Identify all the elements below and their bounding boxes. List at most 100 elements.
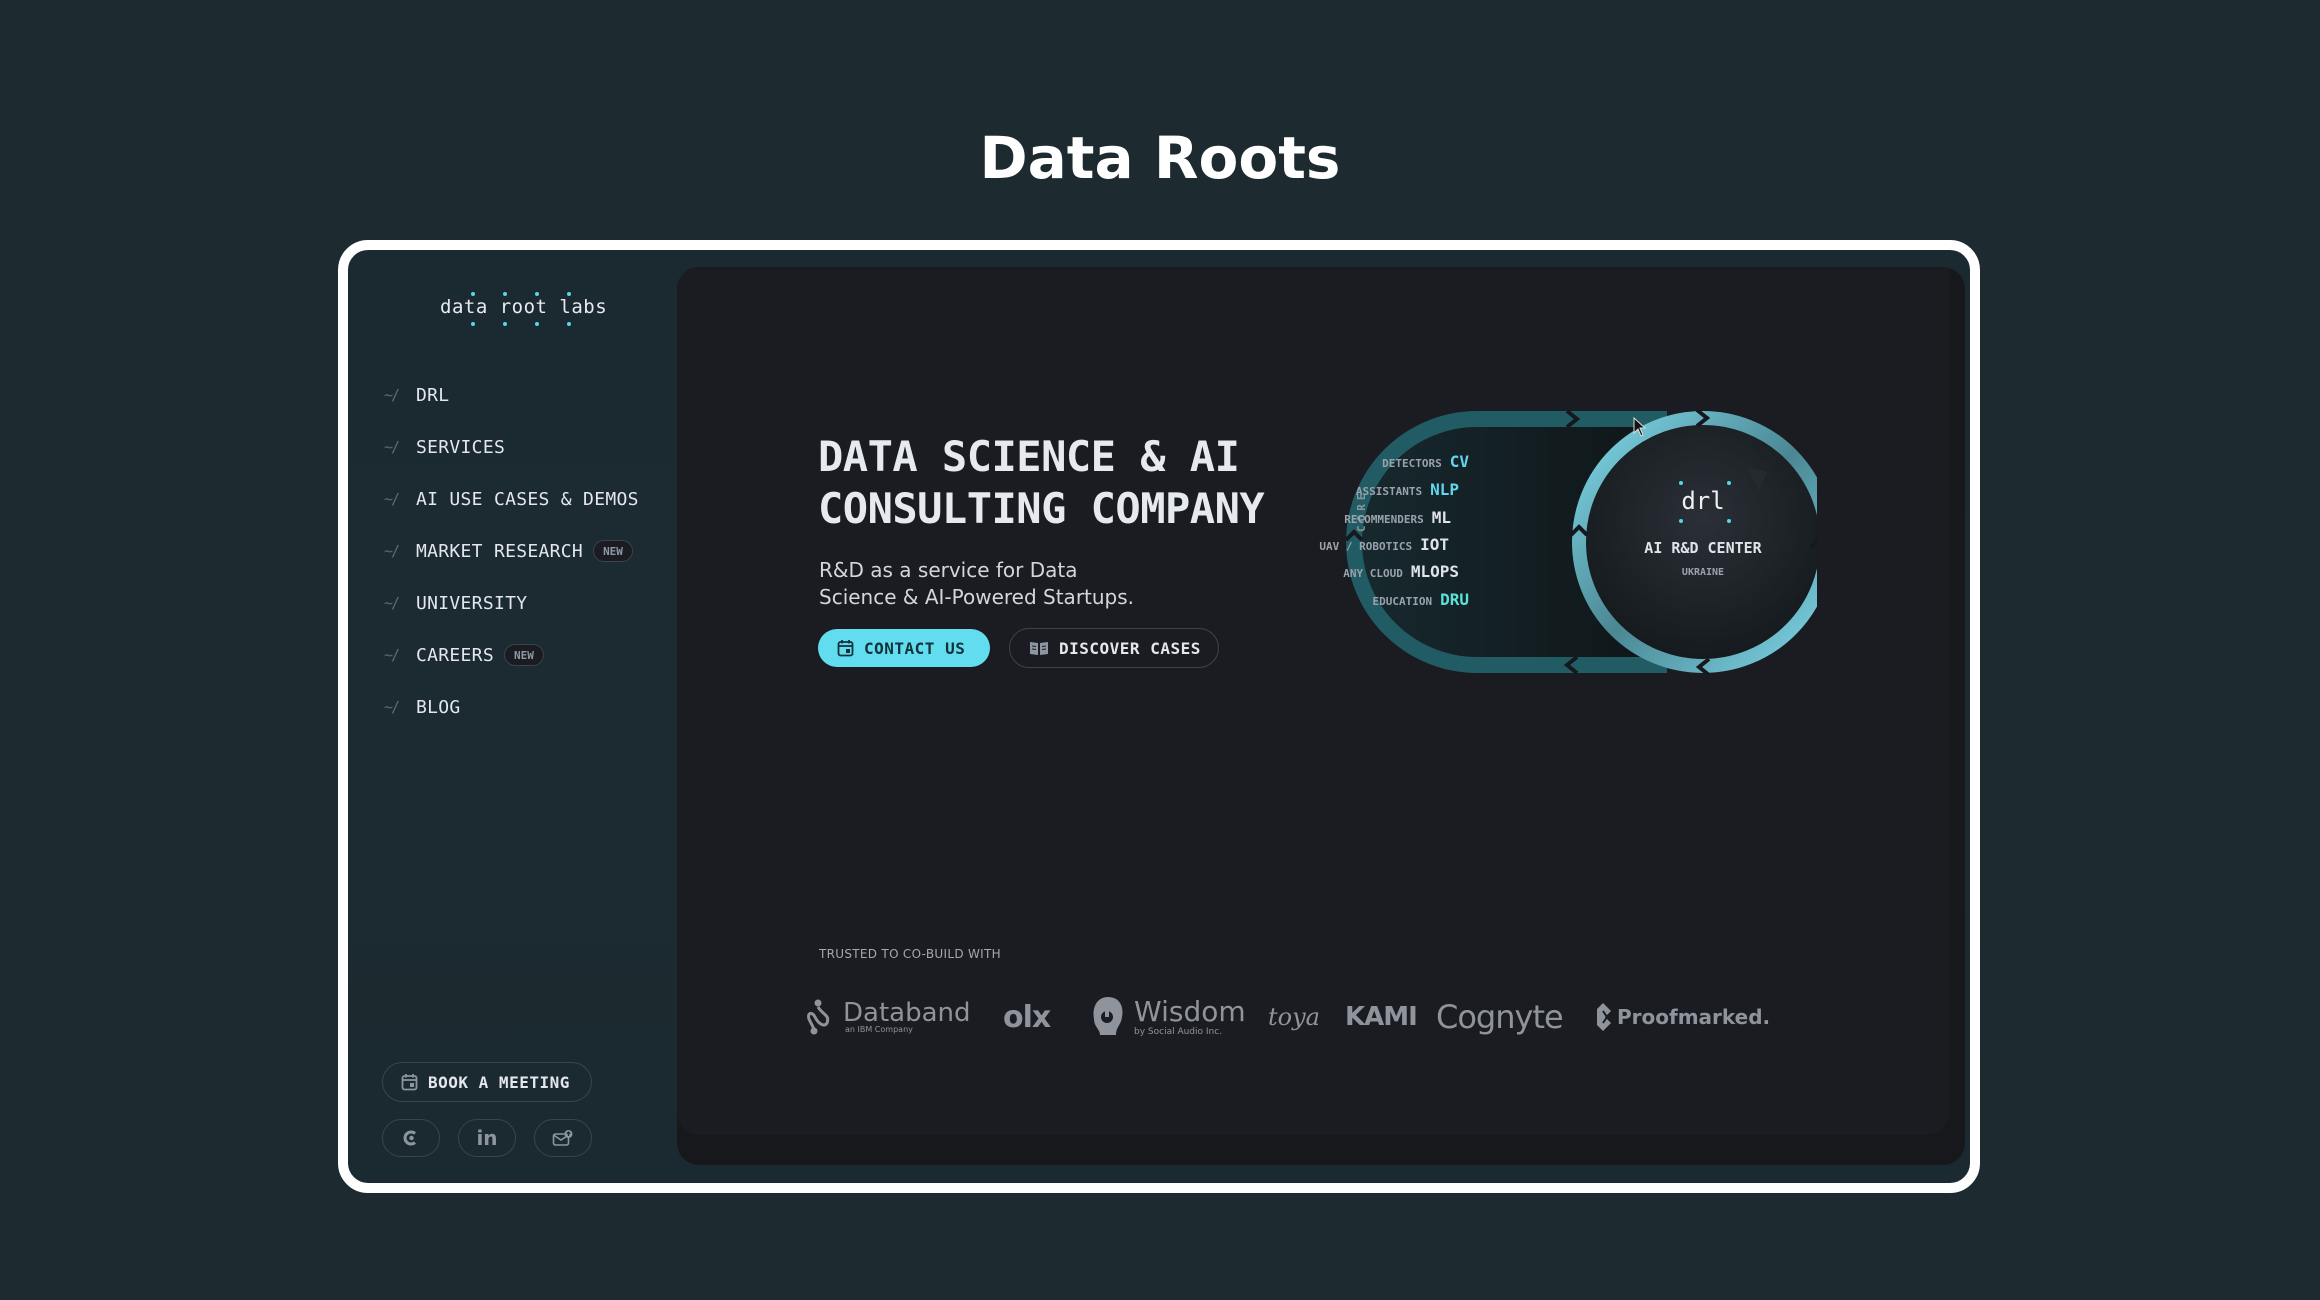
core-abbr: DRU: [1440, 590, 1469, 609]
toya-logo: toya: [1268, 987, 1320, 1047]
mouse-cursor-icon: [1633, 417, 1647, 437]
nav-label: MARKET RESEARCH: [416, 540, 584, 562]
cognyte-logo: Cognyte: [1436, 987, 1564, 1047]
logo-dot: [535, 322, 539, 326]
logo-dot: [1679, 481, 1683, 485]
hero-subtitle: R&D as a service for Data Science & AI-P…: [819, 557, 1134, 611]
services-diagram: CORE DETECTORS CV ASSISTANTS NLP RECOMME…: [1319, 397, 1817, 687]
logo-dot: [567, 322, 571, 326]
proofmarked-icon: [1597, 1003, 1611, 1031]
discover-cases-label: DISCOVER CASES: [1059, 638, 1201, 658]
core-row-dru[interactable]: EDUCATION DRU: [1372, 590, 1469, 609]
calendar-icon: [837, 640, 854, 657]
logo-dot: [471, 322, 475, 326]
core-category: RECOMMENDERS: [1344, 513, 1424, 526]
subtitle-line: R&D as a service for Data: [819, 558, 1078, 582]
headline-line: CONSULTING COMPANY: [818, 484, 1265, 533]
core-category: ANY CLOUD: [1343, 567, 1403, 580]
logo-dot: [503, 322, 507, 326]
core-abbr: NLP: [1430, 480, 1459, 499]
sidebar: data root labs ~/ DRL ~/ SERVICES ~/ AI …: [348, 250, 677, 1183]
olx-name: olx: [1003, 999, 1051, 1035]
nav-prefix: ~/: [384, 386, 400, 404]
trusted-label: TRUSTED TO CO-BUILD WITH: [819, 947, 1001, 961]
nav-label: UNIVERSITY: [416, 592, 528, 614]
nav-item-market-research[interactable]: ~/ MARKET RESEARCH NEW: [384, 536, 633, 566]
book-meeting-label: BOOK A MEETING: [428, 1072, 570, 1092]
mail-icon: [552, 1130, 573, 1146]
nav-label: AI USE CASES & DEMOS: [416, 488, 639, 510]
nav-label: BLOG: [416, 696, 461, 718]
hero-headline: DATA SCIENCE & AI CONSULTING COMPANY: [818, 431, 1265, 535]
email-button[interactable]: [534, 1119, 592, 1157]
wisdom-name: Wisdom: [1134, 994, 1246, 1028]
nav-item-drl[interactable]: ~/ DRL: [384, 380, 449, 410]
drl-logo: drl: [1681, 487, 1725, 515]
contact-us-label: CONTACT US: [864, 638, 966, 658]
proofmarked-name: Proofmarked.: [1617, 1005, 1771, 1029]
core-category: UAV / ROBOTICS: [1319, 540, 1413, 553]
databand-icon: [807, 999, 830, 1035]
clutch-icon: [403, 1130, 416, 1146]
contact-us-button[interactable]: CONTACT US: [818, 629, 990, 667]
logo-dot: [503, 292, 507, 296]
logo-dot: [1727, 481, 1731, 485]
core-row-iot[interactable]: UAV / ROBOTICS IOT: [1319, 535, 1449, 554]
rnd-subtitle: UKRAINE: [1681, 567, 1725, 578]
nav-item-ai-use-cases[interactable]: ~/ AI USE CASES & DEMOS: [384, 484, 639, 514]
kami-logo: KAMI: [1345, 987, 1418, 1047]
olx-logo: olx: [1003, 987, 1051, 1047]
databand-name: Databand: [843, 998, 971, 1028]
wisdom-icon: [1093, 997, 1123, 1035]
nav-prefix: ~/: [384, 490, 400, 508]
calendar-icon: [401, 1074, 418, 1091]
main-panel: DATA SCIENCE & AI CONSULTING COMPANY R&D…: [677, 267, 1965, 1165]
nav-prefix: ~/: [384, 438, 400, 456]
databand-logo: Databand an IBM Company: [805, 987, 971, 1047]
core-row-mlops[interactable]: ANY CLOUD MLOPS: [1343, 562, 1459, 581]
logo-dot: [1679, 519, 1683, 523]
core-row-cv[interactable]: DETECTORS CV: [1382, 452, 1469, 471]
hero-section: DATA SCIENCE & AI CONSULTING COMPANY R&D…: [677, 267, 1949, 1135]
linkedin-button[interactable]: in: [458, 1119, 516, 1157]
core-abbr: MLOPS: [1410, 562, 1459, 581]
proofmarked-logo: Proofmarked.: [1595, 987, 1770, 1047]
kami-name: KAMI: [1345, 1002, 1418, 1032]
logo-dot: [471, 292, 475, 296]
rnd-title: AI R&D CENTER: [1644, 539, 1762, 557]
clutch-button[interactable]: [382, 1119, 440, 1157]
wisdom-sub: by Social Audio Inc.: [1134, 1026, 1223, 1037]
logo-dot: [1727, 519, 1731, 523]
book-meeting-button[interactable]: BOOK A MEETING: [382, 1062, 592, 1102]
logo-text: data root labs: [440, 296, 608, 318]
rnd-center[interactable]: drl AI R&D CENTER UKRAINE: [1603, 479, 1803, 578]
partner-logos: Databand an IBM Company olx Wisdom by So…: [805, 987, 1805, 1047]
new-badge: NEW: [593, 540, 633, 562]
core-category: EDUCATION: [1372, 595, 1433, 608]
core-category: DETECTORS: [1382, 457, 1442, 470]
new-badge: NEW: [503, 644, 544, 666]
page-title: Data Roots: [979, 124, 1341, 192]
core-row-ml[interactable]: RECOMMENDERS ML: [1344, 508, 1451, 527]
nav-prefix: ~/: [384, 646, 400, 664]
logo-dot: [535, 292, 539, 296]
linkedin-icon: in: [476, 1126, 498, 1150]
nav-item-university[interactable]: ~/ UNIVERSITY: [384, 588, 527, 618]
core-abbr: CV: [1449, 452, 1469, 471]
discover-cases-button[interactable]: DISCOVER CASES: [1009, 628, 1219, 668]
toya-name: toya: [1268, 1003, 1320, 1031]
core-abbr: IOT: [1420, 535, 1449, 554]
core-category: ASSISTANTS: [1355, 485, 1423, 498]
core-row-nlp[interactable]: ASSISTANTS NLP: [1356, 480, 1459, 499]
nav-prefix: ~/: [384, 542, 400, 560]
headline-line: DATA SCIENCE & AI: [818, 432, 1240, 481]
wisdom-logo: Wisdom by Social Audio Inc.: [1090, 987, 1246, 1047]
nav-item-blog[interactable]: ~/ BLOG: [384, 692, 461, 722]
cognyte-name: Cognyte: [1436, 998, 1564, 1036]
book-icon: [1030, 642, 1048, 655]
logo[interactable]: data root labs: [440, 288, 620, 328]
nav-item-services[interactable]: ~/ SERVICES: [384, 432, 505, 462]
browser-frame: data root labs ~/ DRL ~/ SERVICES ~/ AI …: [338, 240, 1980, 1193]
nav-label: CAREERS: [416, 644, 494, 666]
nav-item-careers[interactable]: ~/ CAREERS NEW: [384, 640, 544, 670]
